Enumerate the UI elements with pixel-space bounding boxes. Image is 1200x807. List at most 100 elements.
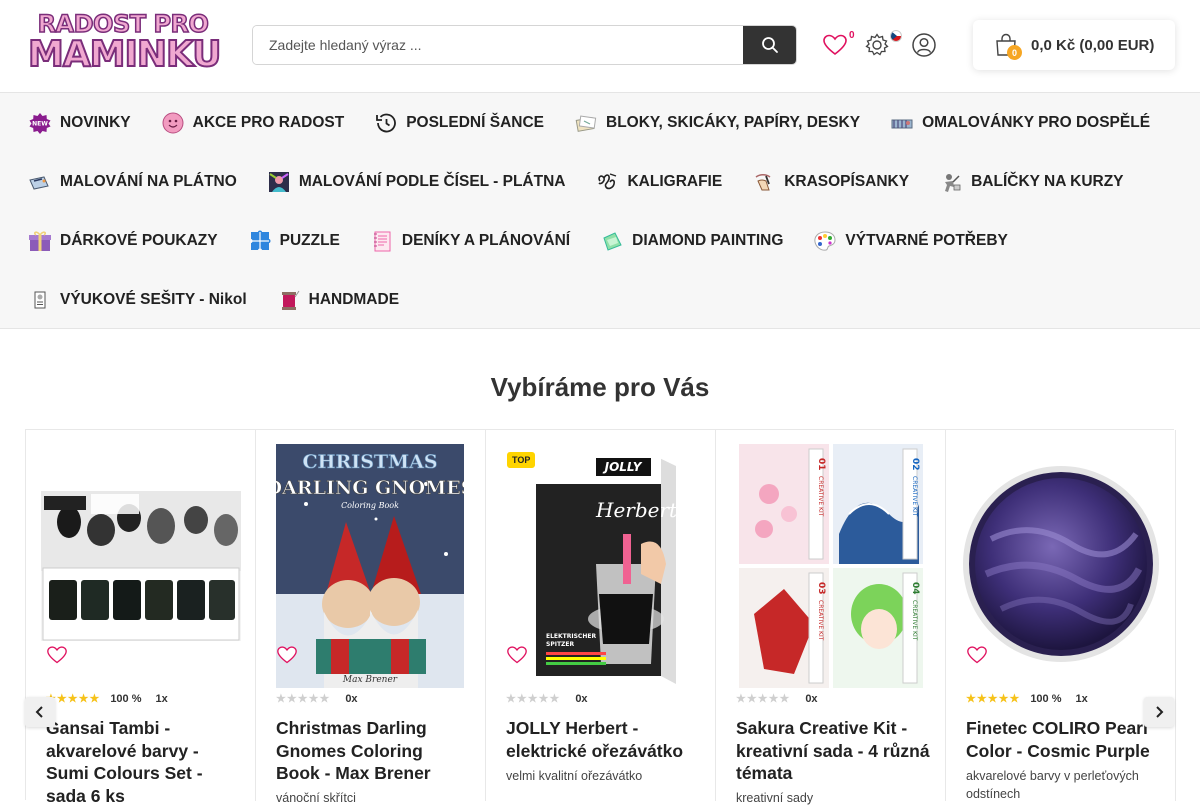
chevron-left-icon	[35, 706, 43, 718]
nav-item-novinky[interactable]: NEW NOVINKY	[28, 112, 131, 134]
puzzle-icon	[248, 230, 272, 252]
product-description: akvarelové barvy v perleťových odstínech	[966, 769, 1139, 801]
nav-item-malovani-cisel[interactable]: MALOVÁNÍ PODLE ČÍSEL - PLÁTNA	[267, 171, 566, 193]
product-title[interactable]: Finetec COLIRO Pearl Color - Cosmic Purp…	[966, 717, 1161, 762]
nav-item-poukazy[interactable]: DÁRKOVÉ POUKAZY	[28, 230, 218, 252]
logo[interactable]: RADOST PRO MAMINKU	[27, 11, 223, 80]
nav-item-handmade[interactable]: HANDMADE	[277, 289, 399, 311]
box-brand: JOLLY	[603, 460, 643, 474]
header: RADOST PRO MAMINKU 0 0 0,0 Kč (0,00 EUR)	[0, 0, 1200, 93]
search-button[interactable]	[743, 26, 796, 64]
cart-count-badge: 0	[1007, 45, 1022, 60]
carousel-next-button[interactable]	[1144, 697, 1174, 727]
nav-label: DENÍKY A PLÁNOVÁNÍ	[401, 231, 571, 249]
product-image[interactable]: JOLLY Herbert ELEKTRISCHER SPITZER	[501, 444, 701, 688]
thread-icon	[277, 289, 301, 311]
kit-number: 02	[910, 458, 920, 471]
nav-item-diamond[interactable]: DIAMOND PAINTING	[600, 230, 783, 252]
wishlist-button[interactable]	[46, 645, 68, 670]
kit-label: CREATIVE KIT	[817, 476, 824, 517]
calligraphy-icon	[595, 171, 619, 193]
nav-label: AKCE PRO RADOST	[192, 113, 345, 131]
product-card[interactable]: ★★★★★ 100 % 1x Finetec COLIRO Pearl Colo…	[946, 430, 1176, 801]
cover-author: Max Brener	[342, 675, 398, 685]
box-label1: ELEKTRISCHER	[546, 633, 596, 640]
nav-item-vyukove[interactable]: VÝUKOVÉ SEŠITY - Nikol	[28, 289, 247, 311]
nav-item-balicky[interactable]: BALÍČKY NA KURZY	[939, 171, 1124, 193]
coloring-book-icon	[890, 112, 914, 134]
nav-item-akce[interactable]: AKCE PRO RADOST	[161, 112, 345, 134]
product-card[interactable]: 01 02 03 04 CREATIVE KIT CREATIVE KIT CR…	[716, 430, 946, 805]
product-title[interactable]: Christmas Darling Gnomes Coloring Book -…	[276, 717, 471, 785]
account-button[interactable]	[909, 30, 939, 60]
kit-number: 04	[910, 582, 920, 595]
smiley-ball-icon	[161, 112, 185, 134]
rating-count: 0x	[575, 692, 588, 705]
product-title[interactable]: JOLLY Herbert - elektrické ořezávátko	[506, 717, 701, 762]
section-title: Vybíráme pro Vás	[490, 372, 710, 402]
star-rating-icon: ★★★★★	[736, 693, 791, 705]
nav-item-deniky[interactable]: DENÍKY A PLÁNOVÁNÍ	[370, 230, 570, 252]
gear-icon	[865, 33, 889, 56]
wishlist-button[interactable]	[820, 30, 850, 60]
nav-item-krasopisanky[interactable]: KRASOPÍSANKY	[752, 171, 909, 193]
nav-item-bloky[interactable]: BLOKY, SKICÁKY, PAPÍRY, DESKY	[574, 112, 860, 134]
nav-label: DÁRKOVÉ POUKAZY	[60, 231, 218, 249]
nav-label: VÝTVARNÉ POTŘEBY	[845, 231, 1008, 249]
product-rating: ★★★★★ 0x	[276, 692, 358, 706]
box-label2: SPITZER	[546, 641, 574, 648]
kit-label: CREATIVE KIT	[911, 600, 918, 641]
wishlist-count: 0	[849, 30, 855, 41]
nav-label: OMALOVÁNKY PRO DOSPĚLÉ	[922, 113, 1151, 131]
canvas-icon	[28, 171, 52, 193]
course-package-icon	[939, 171, 963, 193]
nav-item-vytvarne[interactable]: VÝTVARNÉ POTŘEBY	[813, 230, 1008, 252]
nav-label: BALÍČKY NA KURZY	[971, 172, 1124, 190]
product-card[interactable]: TOP JOLLY Herbert ELEKTRISCHER SPITZER ★…	[486, 430, 716, 801]
heart-icon	[967, 646, 987, 664]
carousel-prev-button[interactable]	[25, 697, 55, 727]
cart-button[interactable]: 0 0,0 Kč (0,00 EUR)	[973, 20, 1175, 70]
chevron-right-icon	[1156, 706, 1164, 718]
product-image[interactable]	[41, 444, 241, 688]
cover-title1: CHRISTMAS	[302, 451, 437, 473]
product-image[interactable]: CHRISTMAS DARLING GNOMES Coloring Book M…	[276, 444, 464, 688]
nav-item-puzzle[interactable]: PUZZLE	[248, 230, 340, 252]
user-icon	[912, 33, 936, 57]
search-bar	[252, 25, 797, 65]
rating-count: 0x	[345, 692, 358, 705]
nav-label: MALOVÁNÍ PODLE ČÍSEL - PLÁTNA	[298, 172, 566, 190]
star-rating-icon: ★★★★★	[276, 693, 331, 705]
new-badge-icon: NEW	[28, 112, 52, 134]
settings-button[interactable]	[862, 30, 892, 60]
wishlist-button[interactable]	[966, 645, 988, 670]
nav-label: BLOKY, SKICÁKY, PAPÍRY, DESKY	[606, 113, 861, 131]
nav-label: PUZZLE	[279, 231, 340, 249]
heart-icon	[277, 646, 297, 664]
product-card[interactable]: CHRISTMAS DARLING GNOMES Coloring Book M…	[256, 430, 486, 805]
nav-item-malovani-platno[interactable]: MALOVÁNÍ NA PLÁTNO	[28, 171, 237, 193]
gift-icon	[28, 230, 52, 252]
cover-subtitle: Coloring Book	[341, 501, 399, 510]
wishlist-button[interactable]	[276, 645, 298, 670]
product-image[interactable]	[961, 444, 1161, 688]
cart-total: 0,0 Kč (0,00 EUR)	[1031, 36, 1155, 54]
top-badge: TOP	[507, 452, 536, 468]
nav-item-posledni-sance[interactable]: POSLEDNÍ ŠANCE	[374, 112, 544, 134]
product-card[interactable]: ★★★★★ 100 % 1x Gansai Tambi - akvarelové…	[26, 430, 256, 806]
product-title[interactable]: Gansai Tambi - akvarelové barvy - Sumi C…	[46, 717, 241, 807]
product-title[interactable]: Sakura Creative Kit - kreativní sada - 4…	[736, 717, 931, 785]
search-input[interactable]	[253, 26, 743, 64]
paint-by-numbers-icon	[267, 171, 291, 193]
nav-item-kaligrafie[interactable]: KALIGRAFIE	[595, 171, 722, 193]
nav-row: MALOVÁNÍ NA PLÁTNO MALOVÁNÍ PODLE ČÍSEL …	[28, 152, 1172, 211]
nav-item-omalovanky[interactable]: OMALOVÁNKY PRO DOSPĚLÉ	[890, 112, 1150, 134]
svg-text:NEW: NEW	[32, 120, 48, 127]
nav-row: NEW NOVINKY AKCE PRO RADOST POSLEDNÍ ŠAN…	[28, 93, 1172, 152]
product-rating: ★★★★★ 100 % 1x	[46, 692, 168, 706]
heart-icon	[507, 646, 527, 664]
wishlist-button[interactable]	[506, 645, 528, 670]
workbook-icon	[28, 289, 52, 311]
clock-history-icon	[374, 112, 398, 134]
product-image[interactable]: 01 02 03 04 CREATIVE KIT CREATIVE KIT CR…	[739, 444, 923, 688]
